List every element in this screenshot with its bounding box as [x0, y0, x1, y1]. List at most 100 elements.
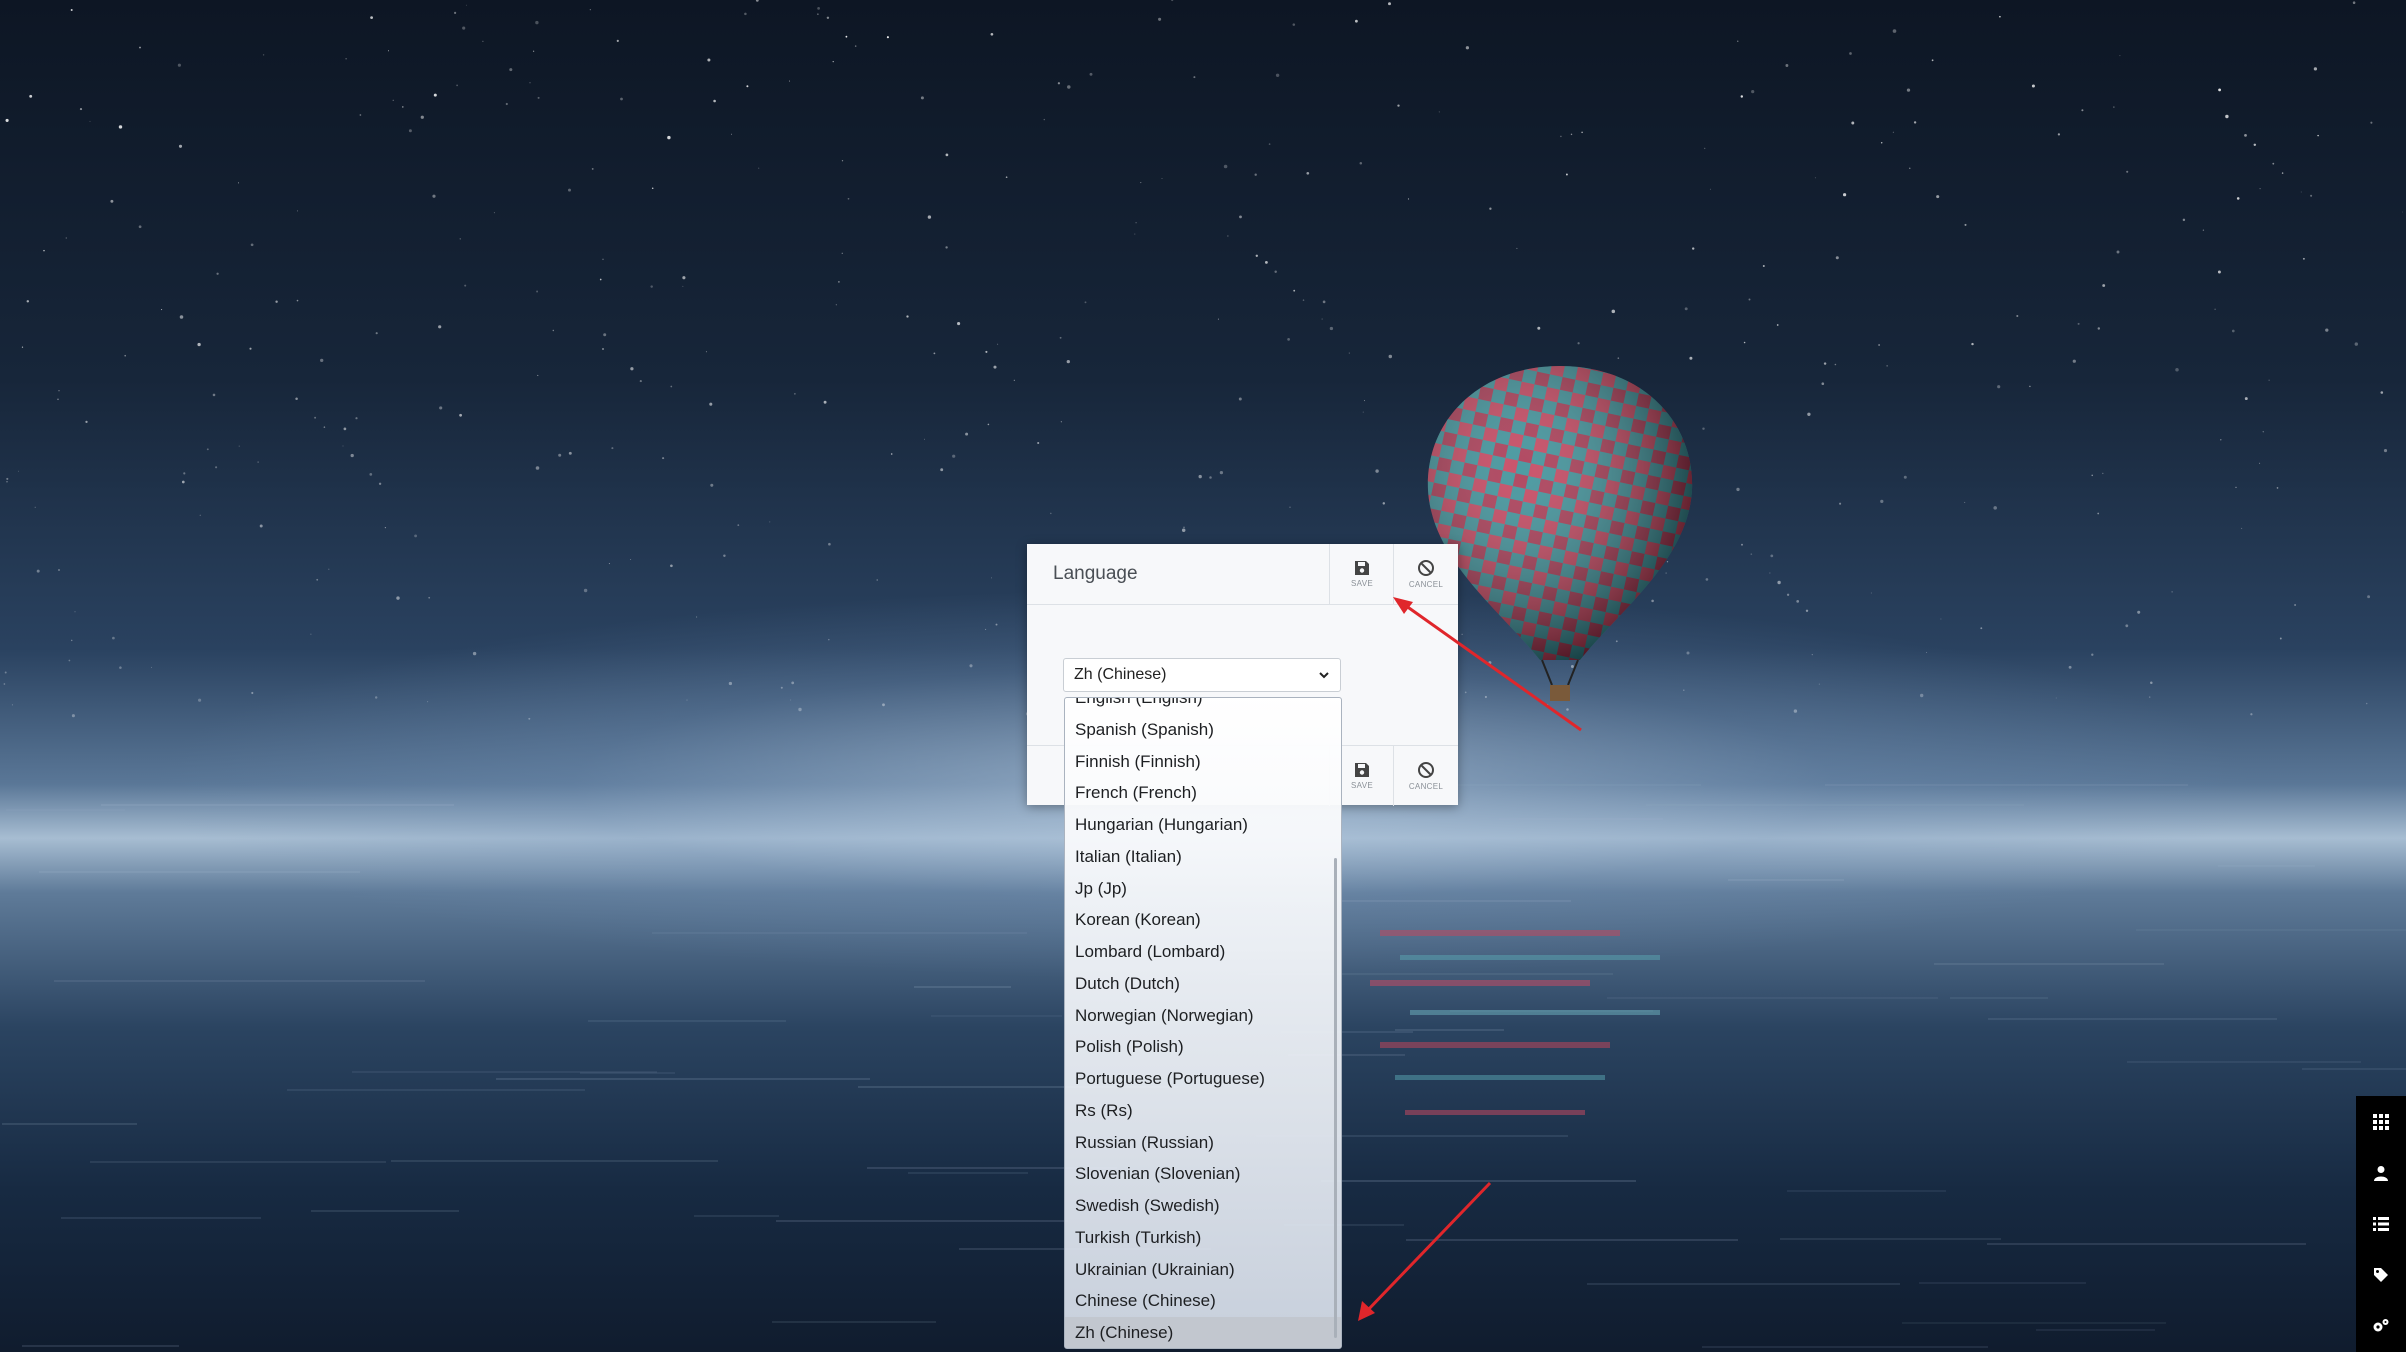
star [79, 108, 83, 111]
star [1903, 475, 1907, 479]
dropdown-option[interactable]: Zh (Chinese) [1065, 1317, 1341, 1348]
language-dropdown-list[interactable]: English (English) Spanish (Spanish) Finnis… [1064, 697, 1342, 1349]
list-button[interactable] [2356, 1198, 2406, 1249]
user-button[interactable] [2356, 1147, 2406, 1198]
star [414, 534, 417, 538]
water-ripple [101, 804, 454, 806]
star [432, 194, 436, 198]
star [316, 578, 319, 581]
star [2097, 512, 2100, 515]
star [608, 563, 610, 565]
footer-cancel-caption: CANCEL [1408, 782, 1444, 791]
star [1565, 173, 1568, 176]
dropdown-option[interactable]: Turkish (Turkish) [1065, 1222, 1341, 1254]
water-ripple [22, 1345, 179, 1347]
water-ripple [1499, 818, 1663, 820]
star [1971, 342, 1974, 346]
cancel-button[interactable]: CANCEL [1393, 544, 1458, 604]
dropdown-option[interactable]: Portuguese (Portuguese) [1065, 1063, 1341, 1095]
star [1265, 261, 1268, 264]
dropdown-option[interactable]: Polish (Polish) [1065, 1031, 1341, 1063]
tags-button[interactable] [2356, 1249, 2406, 1300]
star [2402, 211, 2404, 213]
dropdown-option[interactable]: Italian (Italian) [1065, 841, 1341, 873]
dropdown-option[interactable]: Spanish (Spanish) [1065, 714, 1341, 746]
star [1289, 506, 1291, 508]
star [1059, 336, 1062, 339]
star [2016, 314, 2019, 318]
dropdown-option[interactable]: Slovenian (Slovenian) [1065, 1158, 1341, 1190]
star [780, 686, 783, 689]
star [2068, 665, 2072, 669]
star [26, 300, 30, 303]
star [1060, 421, 1062, 423]
star [70, 639, 73, 642]
star [1198, 474, 1202, 479]
dropdown-option[interactable]: Finnish (Finnish) [1065, 746, 1341, 778]
dropdown-option[interactable]: Dutch (Dutch) [1065, 968, 1341, 1000]
water-ripple [90, 1161, 386, 1163]
dropdown-option[interactable]: Hungarian (Hungarian) [1065, 809, 1341, 841]
dropdown-option[interactable]: Ukrainian (Ukrainian) [1065, 1254, 1341, 1286]
water-ripple [2136, 929, 2406, 931]
dropdown-option[interactable]: French (French) [1065, 777, 1341, 809]
star [535, 466, 540, 470]
language-select[interactable]: Zh (Chinese) [1063, 658, 1341, 692]
star [723, 554, 726, 557]
star [993, 365, 997, 369]
star [558, 453, 562, 457]
star [1736, 487, 1740, 492]
star [1183, 526, 1185, 529]
water-ripple [1321, 1180, 1636, 1182]
dropdown-option[interactable]: Jp (Jp) [1065, 873, 1341, 905]
dropdown-option[interactable]: English (English) [1065, 698, 1341, 714]
star [536, 290, 539, 293]
star [696, 616, 698, 618]
dropdown-scrollbar[interactable] [1334, 858, 1337, 1338]
star [995, 623, 998, 626]
dropdown-option[interactable]: Russian (Russian) [1065, 1127, 1341, 1159]
star [1254, 173, 1257, 176]
star [709, 402, 713, 406]
dropdown-option[interactable]: Lombard (Lombard) [1065, 936, 1341, 968]
star [639, 380, 642, 383]
save-caption: SAVE [1351, 579, 1373, 588]
star [198, 698, 202, 702]
star [1776, 324, 1779, 326]
save-button[interactable]: SAVE [1329, 544, 1394, 604]
star [57, 398, 59, 401]
dialog-title: Language [1053, 563, 1138, 584]
star [1786, 593, 1790, 596]
star [462, 26, 466, 30]
star [705, 351, 707, 353]
star [933, 352, 936, 355]
star [2253, 143, 2257, 147]
star [1880, 499, 1884, 504]
footer-cancel-button[interactable]: CANCEL [1393, 746, 1458, 806]
water-ripple [1395, 1029, 1504, 1031]
user-icon [2374, 1165, 2388, 1181]
star [1748, 298, 1751, 301]
chevron-down-icon [1319, 672, 1329, 679]
dropdown-option[interactable]: Rs (Rs) [1065, 1095, 1341, 1127]
star [1067, 85, 1071, 89]
dropdown-option[interactable]: Norwegian (Norwegian) [1065, 1000, 1341, 1032]
settings-button[interactable] [2356, 1300, 2406, 1351]
star [731, 133, 732, 135]
water-ripple [652, 932, 1027, 934]
star [1570, 133, 1573, 136]
star [1807, 412, 1811, 416]
star [1843, 193, 1847, 197]
dropdown-option[interactable]: Swedish (Swedish) [1065, 1190, 1341, 1222]
star [1209, 476, 1212, 479]
star [1577, 342, 1580, 345]
star [1355, 19, 1358, 23]
star [1709, 188, 1711, 190]
star [70, 9, 73, 11]
star [876, 579, 878, 581]
dropdown-option[interactable]: Korean (Korean) [1065, 904, 1341, 936]
star [1255, 254, 1258, 257]
dropdown-option[interactable]: Chinese (Chinese) [1065, 1285, 1341, 1317]
apps-button[interactable] [2356, 1096, 2406, 1147]
water-ripple [2, 1123, 137, 1125]
